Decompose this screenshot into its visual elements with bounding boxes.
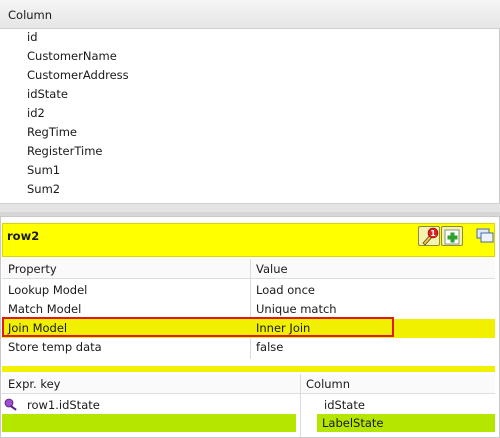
expr-column-cell-selected[interactable]: LabelState bbox=[317, 414, 495, 432]
property-column-header[interactable]: Property bbox=[8, 260, 57, 278]
column-item-sum1[interactable]: Sum1 bbox=[27, 161, 60, 179]
column-item-registertime[interactable]: RegisterTime bbox=[27, 142, 103, 160]
error-badge: 1 bbox=[430, 229, 436, 238]
property-row-store-temp-data[interactable]: Store temp data false bbox=[2, 338, 495, 357]
column-item-idstate[interactable]: idState bbox=[27, 85, 68, 103]
property-name: Store temp data bbox=[8, 340, 102, 354]
expr-key-empty-cell[interactable] bbox=[2, 414, 296, 432]
column-item-sum2[interactable]: Sum2 bbox=[27, 180, 60, 198]
expression-grid-header bbox=[2, 374, 495, 394]
columns-header[interactable]: Column bbox=[0, 0, 500, 29]
property-name: Match Model bbox=[8, 302, 82, 316]
column-item-customeraddress[interactable]: CustomerAddress bbox=[27, 66, 129, 84]
value-column-header[interactable]: Value bbox=[256, 260, 288, 278]
property-row-lookup-model[interactable]: Lookup Model Load once bbox=[2, 281, 495, 300]
column-item-regtime[interactable]: RegTime bbox=[27, 123, 77, 141]
property-grid-header bbox=[2, 259, 495, 279]
add-plus-icon bbox=[444, 229, 460, 245]
expr-column-header[interactable]: Column bbox=[306, 375, 350, 393]
add-expression-button[interactable] bbox=[441, 226, 463, 246]
columns-panel: Column id CustomerName CustomerAddress i… bbox=[0, 0, 500, 212]
key-icon bbox=[4, 398, 17, 411]
section-separator bbox=[2, 366, 495, 372]
expr-column-value: LabelState bbox=[322, 416, 384, 430]
expr-column-value: idState bbox=[324, 398, 365, 412]
property-value[interactable]: Load once bbox=[256, 281, 315, 299]
minimize-panel-icon[interactable] bbox=[476, 227, 494, 243]
property-name: Lookup Model bbox=[8, 283, 88, 297]
property-value[interactable]: false bbox=[256, 338, 283, 356]
expression-row[interactable]: row1.idState idState bbox=[2, 396, 495, 415]
join-model-selection-outline bbox=[2, 317, 394, 337]
expr-key-column-header[interactable]: Expr. key bbox=[8, 375, 61, 393]
horizontal-scrollbar[interactable] bbox=[0, 203, 500, 212]
pencil-icon: 1 bbox=[422, 227, 439, 246]
column-item-id2[interactable]: id2 bbox=[27, 104, 45, 122]
column-item-id[interactable]: id bbox=[27, 28, 38, 46]
row-title: row2 bbox=[7, 229, 40, 243]
column-item-customername[interactable]: CustomerName bbox=[27, 47, 117, 65]
edit-key-button[interactable]: 1 bbox=[418, 226, 440, 246]
columns-header-label: Column bbox=[8, 8, 53, 22]
property-value[interactable]: Unique match bbox=[256, 300, 337, 318]
expr-key-value[interactable]: row1.idState bbox=[27, 396, 100, 414]
